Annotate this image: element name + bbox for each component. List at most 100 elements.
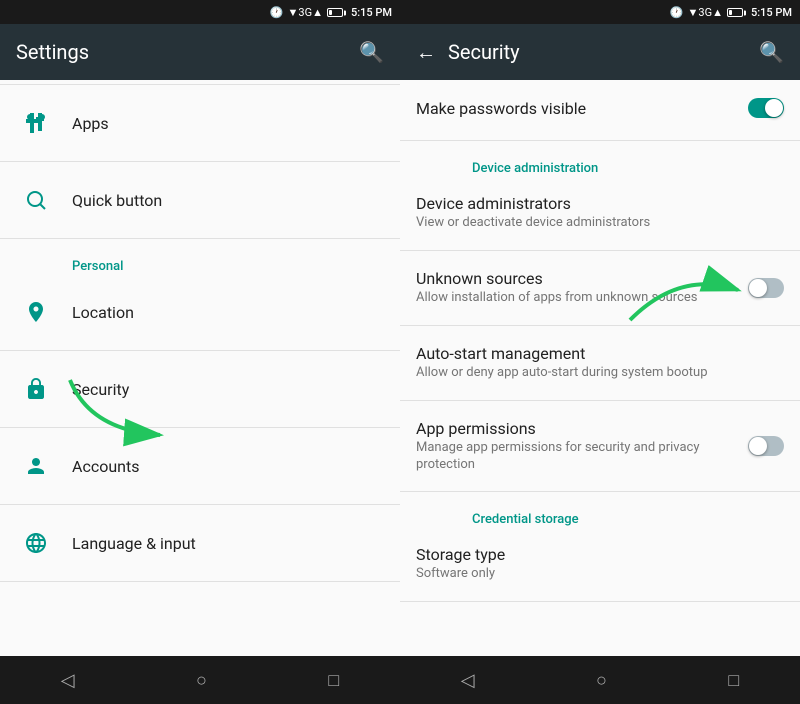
device-administrators-text: Device administrators View or deactivate…: [416, 194, 784, 232]
left-search-icon[interactable]: 🔍: [359, 40, 384, 64]
apps-text: Apps: [72, 114, 384, 133]
divider-accounts: [0, 504, 400, 505]
language-text: Language & input: [72, 534, 384, 553]
left-content: Apps Quick button Personal: [0, 80, 400, 656]
quick-button-text: Quick button: [72, 191, 384, 210]
storage-type-subtitle: Software only: [416, 566, 784, 583]
security-panel: 🕐 ▼3G▲ 5:15 PM ← Security 🔍 Make passwor…: [400, 0, 800, 704]
apps-label: Apps: [72, 114, 384, 133]
auto-start-item[interactable]: Auto-start management Allow or deny app …: [400, 330, 800, 396]
unknown-sources-text: Unknown sources Allow installation of ap…: [416, 269, 740, 307]
right-search-icon[interactable]: 🔍: [759, 40, 784, 64]
app-permissions-subtitle: Manage app permissions for security and …: [416, 440, 740, 474]
divider-quick: [0, 238, 400, 239]
unknown-sources-item[interactable]: Unknown sources Allow installation of ap…: [400, 255, 800, 321]
make-passwords-knob: [765, 99, 783, 117]
divider-location: [0, 350, 400, 351]
location-text: Location: [72, 303, 384, 322]
security-icon: [16, 369, 56, 409]
storage-type-label: Storage type: [416, 545, 784, 564]
right-header: ← Security 🔍: [400, 24, 800, 80]
apps-icon: [16, 103, 56, 143]
storage-type-text: Storage type Software only: [416, 545, 784, 583]
divider-apps: [0, 161, 400, 162]
right-alarm-icon: 🕐: [670, 6, 684, 19]
left-status-bar: 🕐 ▼3G▲ 5:15 PM: [0, 0, 400, 24]
top-divider: [0, 84, 400, 85]
accounts-label: Accounts: [72, 457, 384, 476]
sidebar-item-security[interactable]: Security: [0, 355, 400, 423]
divider-passwords: [400, 140, 800, 141]
left-panel: 🕐 ▼3G▲ 5:15 PM Settings 🔍 Apps: [0, 0, 400, 704]
unknown-sources-knob: [749, 279, 767, 297]
left-bottom-nav: ◁ ○ □: [0, 656, 400, 704]
storage-type-item[interactable]: Storage type Software only: [400, 531, 800, 597]
battery-indicator: [327, 6, 343, 19]
right-content: Make passwords visible Device administra…: [400, 80, 800, 656]
section-credential: Credential storage: [400, 496, 800, 531]
section-device-admin: Device administration: [400, 145, 800, 180]
alarm-icon: 🕐: [270, 6, 284, 19]
right-status-bar: 🕐 ▼3G▲ 5:15 PM: [400, 0, 800, 24]
right-battery-indicator: [727, 6, 743, 19]
sidebar-item-apps[interactable]: Apps: [0, 89, 400, 157]
unknown-sources-subtitle: Allow installation of apps from unknown …: [416, 290, 740, 307]
accounts-text: Accounts: [72, 457, 384, 476]
make-passwords-item[interactable]: Make passwords visible: [400, 80, 800, 136]
make-passwords-label: Make passwords visible: [416, 99, 740, 118]
right-home-nav[interactable]: ○: [572, 662, 631, 699]
auto-start-subtitle: Allow or deny app auto-start during syst…: [416, 365, 784, 382]
device-administrators-subtitle: View or deactivate device administrators: [416, 215, 784, 232]
unknown-sources-label: Unknown sources: [416, 269, 740, 288]
app-permissions-text: App permissions Manage app permissions f…: [416, 419, 740, 474]
app-permissions-knob: [749, 437, 767, 455]
divider-device-admin: [400, 250, 800, 251]
left-time: 5:15 PM: [351, 6, 392, 19]
device-administrators-label: Device administrators: [416, 194, 784, 213]
right-panel: 🕐 ▼3G▲ 5:15 PM ← Security 🔍 Make passwor…: [400, 0, 800, 704]
security-text: Security: [72, 380, 384, 399]
app-permissions-toggle[interactable]: [748, 436, 784, 456]
sidebar-item-language[interactable]: Language & input: [0, 509, 400, 577]
location-icon: [16, 292, 56, 332]
security-label: Security: [72, 380, 384, 399]
auto-start-label: Auto-start management: [416, 344, 784, 363]
language-label: Language & input: [72, 534, 384, 553]
left-recent-nav[interactable]: □: [304, 662, 363, 699]
unknown-sources-toggle[interactable]: [748, 278, 784, 298]
location-label: Location: [72, 303, 384, 322]
sidebar-item-location[interactable]: Location: [0, 278, 400, 346]
accounts-icon: [16, 446, 56, 486]
left-header-title: Settings: [16, 40, 359, 64]
quick-button-label: Quick button: [72, 191, 384, 210]
right-time: 5:15 PM: [751, 6, 792, 19]
divider-autostart: [400, 400, 800, 401]
right-signal-icon: ▼3G▲: [688, 6, 723, 19]
language-icon: [16, 523, 56, 563]
sidebar-item-quick-button[interactable]: Quick button: [0, 166, 400, 234]
device-administrators-item[interactable]: Device administrators View or deactivate…: [400, 180, 800, 246]
right-back-button[interactable]: ←: [416, 40, 436, 65]
left-header: Settings 🔍: [0, 24, 400, 80]
left-back-nav[interactable]: ◁: [37, 662, 99, 699]
right-recent-nav[interactable]: □: [704, 662, 763, 699]
right-back-nav[interactable]: ◁: [437, 662, 499, 699]
divider-storage: [400, 601, 800, 602]
signal-icon: ▼3G▲: [288, 6, 323, 19]
right-bottom-nav: ◁ ○ □: [400, 656, 800, 704]
right-header-title: Security: [448, 40, 759, 64]
divider-unknown: [400, 325, 800, 326]
make-passwords-text: Make passwords visible: [416, 99, 740, 118]
divider-security: [0, 427, 400, 428]
settings-panel: 🕐 ▼3G▲ 5:15 PM Settings 🔍 Apps: [0, 0, 400, 704]
auto-start-text: Auto-start management Allow or deny app …: [416, 344, 784, 382]
app-permissions-item[interactable]: App permissions Manage app permissions f…: [400, 405, 800, 488]
app-permissions-label: App permissions: [416, 419, 740, 438]
make-passwords-toggle[interactable]: [748, 98, 784, 118]
sidebar-item-accounts[interactable]: Accounts: [0, 432, 400, 500]
section-personal: Personal: [0, 243, 400, 278]
divider-language: [0, 581, 400, 582]
divider-app-perms: [400, 491, 800, 492]
quick-button-icon: [16, 180, 56, 220]
left-home-nav[interactable]: ○: [172, 662, 231, 699]
